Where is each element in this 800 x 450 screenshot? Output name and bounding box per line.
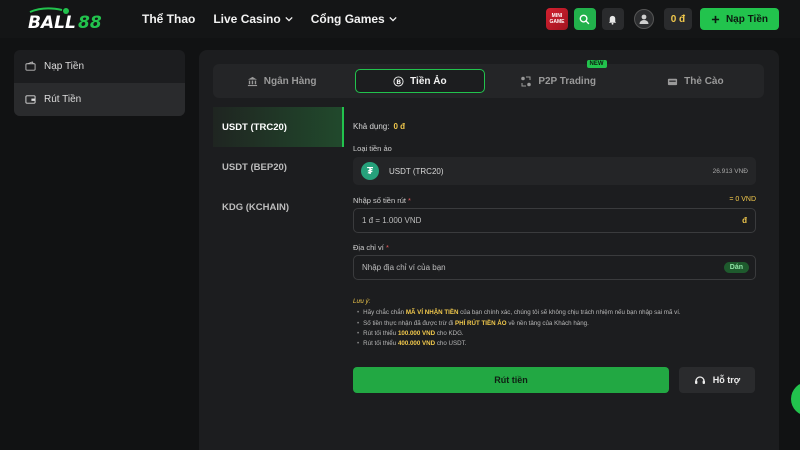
scratch-card-icon	[668, 78, 678, 85]
coin-type-label: Loại tiền ảo	[353, 144, 392, 153]
svg-text:88: 88	[78, 13, 102, 32]
note-text: của bạn chính xác, chúng tôi sẽ không ch…	[460, 309, 681, 317]
notes-section: Lưu ý: Hãy chắc chắn MÃ VÍ NHẬN TIỀN của…	[353, 297, 756, 349]
available-label: Khả dụng:	[353, 122, 390, 131]
coin-type-select[interactable]: ₮ USDT (TRC20) 26.913 VNĐ	[353, 157, 756, 185]
required-mark: *	[408, 196, 411, 205]
available-value: 0 đ	[393, 122, 406, 131]
search-icon	[580, 14, 590, 24]
main-nav: Thể Thao Live Casino Cổng Games	[142, 0, 397, 38]
tab-label: Ngân Hàng	[263, 75, 317, 87]
nav-label: Thể Thao	[142, 12, 196, 26]
site-logo[interactable]: BALL 88	[26, 6, 122, 33]
tether-icon: ₮	[361, 162, 379, 180]
wallet-address-label-text: Địa chỉ ví	[353, 243, 384, 252]
nav-the-thao[interactable]: Thể Thao	[142, 12, 195, 26]
wallet-in-icon	[25, 61, 36, 71]
support-icon	[694, 375, 705, 384]
paste-button[interactable]: Dán	[723, 262, 749, 273]
currency-unit: đ	[742, 216, 747, 225]
nav-label: Live Casino	[213, 12, 281, 26]
list-item: Rút tối thiểu 100.000 VND cho KDG.	[357, 329, 756, 339]
tab-label: Thẻ Cào	[684, 75, 724, 87]
floating-chat-button[interactable]	[791, 382, 800, 416]
coin-item-kdg-kchain[interactable]: KDG (KCHAIN)	[213, 187, 344, 227]
amount-label: Nhập số tiền rút *	[353, 196, 411, 205]
mini-game-label-2: GAME	[549, 19, 565, 25]
account-side-menu: Nạp Tiền Rút Tiền	[14, 50, 185, 116]
tab-label: Tiền Ảo	[410, 75, 447, 87]
p2p-icon	[521, 76, 532, 86]
required-mark: *	[385, 243, 389, 252]
chevron-down-icon	[389, 16, 397, 22]
note-text: Rút tối thiểu	[363, 329, 397, 337]
wallet-address-input[interactable]	[362, 263, 724, 272]
search-button[interactable]	[573, 8, 596, 30]
note-highlight: PHÍ RÚT TIỀN ẢO	[455, 319, 507, 327]
sidebar-item-label: Nạp Tiền	[44, 61, 85, 72]
balance-display[interactable]: 0 đ	[663, 8, 692, 30]
sidebar-item-label: Rút Tiền	[44, 94, 82, 105]
wallet-address-field[interactable]: Dán	[353, 255, 756, 280]
wallet-address-label: Địa chỉ ví *	[353, 243, 389, 252]
header-actions: MINI GAME 0 đ Nạp Tiền	[545, 8, 779, 30]
mini-game-button[interactable]: MINI GAME	[545, 8, 568, 30]
tab-p2p-trading[interactable]: P2P Trading NEW	[495, 60, 622, 93]
notes-title: Lưu ý:	[353, 298, 371, 305]
sidebar-item-nap-tien[interactable]: Nạp Tiền	[14, 50, 185, 83]
coin-list: USDT (TRC20) USDT (BEP20) KDG (KCHAIN)	[213, 107, 344, 227]
avatar[interactable]	[633, 9, 654, 29]
svg-text:BALL: BALL	[28, 13, 76, 32]
chevron-down-icon	[285, 16, 293, 22]
deposit-label: Nạp Tiền	[725, 13, 768, 25]
note-text: Số tiền thực nhận đã được trừ đi	[363, 319, 454, 327]
nav-cong-games[interactable]: Cổng Games	[311, 12, 397, 26]
tab-ngan-hang[interactable]: Ngân Hàng	[218, 69, 345, 93]
amount-field[interactable]: đ	[353, 208, 756, 233]
payment-method-tabs: Ngân Hàng B Tiền Ảo P2P Trading NEW Thẻ …	[213, 60, 764, 98]
withdraw-panel: Ngân Hàng B Tiền Ảo P2P Trading NEW Thẻ …	[199, 50, 779, 450]
note-text: cho USDT.	[436, 340, 467, 348]
user-icon	[639, 14, 649, 24]
note-text: về nền tảng của Khách hàng.	[508, 319, 589, 327]
coin-select-rate: 26.913 VNĐ	[712, 167, 748, 175]
plus-icon	[711, 15, 720, 23]
note-highlight: 100.000 VND	[397, 329, 436, 337]
nav-live-casino[interactable]: Live Casino	[213, 12, 293, 26]
support-label: Hỗ trợ	[712, 375, 741, 385]
bell-icon	[609, 15, 617, 25]
tab-label: P2P Trading	[538, 75, 596, 87]
notification-button[interactable]	[601, 8, 624, 30]
amount-label-text: Nhập số tiền rút	[353, 196, 406, 205]
coin-item-usdt-bep20[interactable]: USDT (BEP20)	[213, 147, 344, 187]
tab-the-cao[interactable]: Thẻ Cào	[632, 69, 759, 93]
note-highlight: 400.000 VND	[397, 340, 436, 348]
available-balance: Khả dụng: 0 đ	[353, 122, 405, 131]
svg-text:B: B	[396, 77, 401, 85]
nav-label: Cổng Games	[310, 12, 385, 26]
top-header: BALL 88 Thể Thao Live Casino Cổng Games …	[0, 0, 800, 38]
logo-graphic: BALL 88	[28, 7, 102, 33]
deposit-button[interactable]: Nạp Tiền	[699, 8, 779, 30]
bank-icon	[247, 76, 257, 86]
wallet-out-icon	[25, 95, 36, 104]
sidebar-item-rut-tien[interactable]: Rút Tiền	[14, 83, 185, 116]
note-text: Rút tối thiểu	[363, 340, 397, 348]
notes-list: Hãy chắc chắn MÃ VÍ NHẬN TIỀN của bạn ch…	[353, 308, 756, 349]
coin-item-usdt-trc20[interactable]: USDT (TRC20)	[213, 107, 344, 147]
note-text: Hãy chắc chắn	[363, 309, 405, 317]
coin-select-name: USDT (TRC20)	[389, 166, 444, 176]
list-item: Số tiền thực nhận đã được trừ đi PHÍ RÚT…	[357, 319, 756, 329]
crypto-coin-icon: B	[393, 75, 404, 87]
tab-tien-ao[interactable]: B Tiền Ảo	[355, 69, 485, 93]
list-item: Rút tối thiểu 400.000 VND cho USDT.	[357, 339, 756, 349]
support-button[interactable]: Hỗ trợ	[679, 367, 755, 393]
list-item: Hãy chắc chắn MÃ VÍ NHẬN TIỀN của bạn ch…	[357, 308, 756, 318]
withdraw-button[interactable]: Rút tiền	[353, 367, 669, 393]
amount-input[interactable]	[362, 216, 743, 225]
new-badge: NEW	[586, 60, 607, 68]
amount-equivalent: = 0 VND	[729, 196, 756, 203]
note-text: cho KDG.	[436, 329, 464, 337]
note-highlight: MÃ VÍ NHẬN TIỀN	[405, 309, 459, 317]
